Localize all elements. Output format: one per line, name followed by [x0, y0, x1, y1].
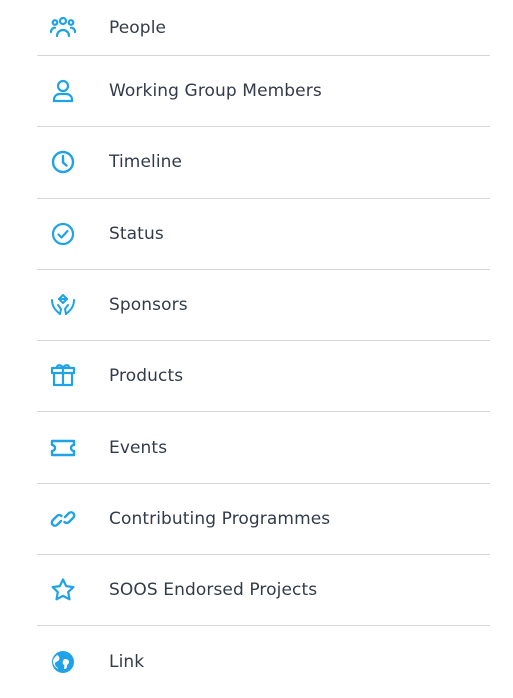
menu-item-label: Working Group Members [109, 81, 322, 102]
menu-item-timeline[interactable]: Timeline [37, 127, 490, 199]
menu-item-link[interactable]: Link [37, 626, 490, 697]
menu-item-label: Status [109, 223, 164, 244]
menu-item-events[interactable]: Events [37, 412, 490, 484]
menu-item-label: Timeline [109, 152, 183, 173]
menu-item-label: SOOS Endorsed Projects [109, 580, 318, 601]
menu-item-label: Link [109, 652, 145, 673]
menu-item-status[interactable]: Status [37, 199, 490, 270]
menu-item-label: Sponsors [109, 295, 188, 316]
check-circle-icon [49, 220, 77, 248]
menu-item-label: Events [109, 437, 168, 458]
menu-item-contributing-programmes[interactable]: Contributing Programmes [37, 484, 490, 556]
menu-item-label: Contributing Programmes [109, 508, 331, 529]
menu-item-working-group-members[interactable]: Working Group Members [37, 56, 490, 128]
menu-item-products[interactable]: Products [37, 341, 490, 413]
link-icon [49, 505, 77, 533]
globe-icon [49, 648, 77, 676]
ticket-icon [49, 434, 77, 462]
person-icon [49, 77, 77, 105]
section-menu: People Working Group Members Timeline St… [37, 0, 490, 698]
clock-icon [49, 148, 77, 176]
box-icon [49, 362, 77, 390]
menu-item-soos-endorsed-projects[interactable]: SOOS Endorsed Projects [37, 555, 490, 627]
people-icon [49, 14, 77, 42]
menu-item-sponsors[interactable]: Sponsors [37, 270, 490, 342]
menu-item-label: Products [109, 366, 184, 387]
menu-item-people[interactable]: People [37, 0, 490, 56]
star-icon [49, 576, 77, 604]
menu-item-label: People [109, 17, 167, 38]
hands-diamond-icon [49, 291, 77, 319]
